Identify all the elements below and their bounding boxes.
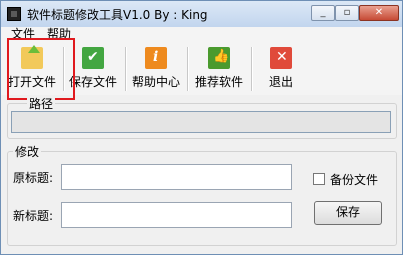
exit-label: 退出 xyxy=(268,75,293,89)
help-center-label: 帮助中心 xyxy=(131,75,180,89)
new-title-input[interactable] xyxy=(61,202,292,228)
original-title-label: 原标题: xyxy=(13,171,54,185)
close-button[interactable]: ✕ xyxy=(359,5,399,21)
recommend-software-button[interactable]: 👍 推荐软件 xyxy=(191,47,247,91)
thumbs-up-icon: 👍 xyxy=(208,47,230,69)
app-window: 软件标题修改工具V1.0 By : King _ ▫ ✕ 文件 帮助 打开文件 … xyxy=(0,0,403,255)
open-file-highlight xyxy=(7,38,75,100)
new-title-label: 新标题: xyxy=(13,209,54,223)
title-bar: 软件标题修改工具V1.0 By : King _ ▫ ✕ xyxy=(1,1,402,27)
exit-button[interactable]: ✕ 退出 xyxy=(259,47,303,91)
path-field[interactable] xyxy=(11,111,391,133)
info-icon: i xyxy=(145,47,167,69)
modify-group-label: 修改 xyxy=(13,143,42,160)
minimize-button[interactable]: _ xyxy=(311,5,335,21)
checkmark-icon: ✔ xyxy=(82,47,104,69)
app-icon xyxy=(7,7,21,21)
maximize-button[interactable]: ▫ xyxy=(335,5,359,21)
save-button[interactable]: 保存 xyxy=(314,201,382,225)
backup-file-checkbox[interactable] xyxy=(313,173,325,185)
path-group-label: 路径 xyxy=(27,95,56,112)
close-x-icon: ✕ xyxy=(270,47,292,69)
original-title-input[interactable] xyxy=(61,164,292,190)
help-center-button[interactable]: i 帮助中心 xyxy=(129,47,183,91)
window-title: 软件标题修改工具V1.0 By : King xyxy=(27,8,208,22)
recommend-software-label: 推荐软件 xyxy=(194,75,243,89)
backup-file-label: 备份文件 xyxy=(330,173,379,187)
